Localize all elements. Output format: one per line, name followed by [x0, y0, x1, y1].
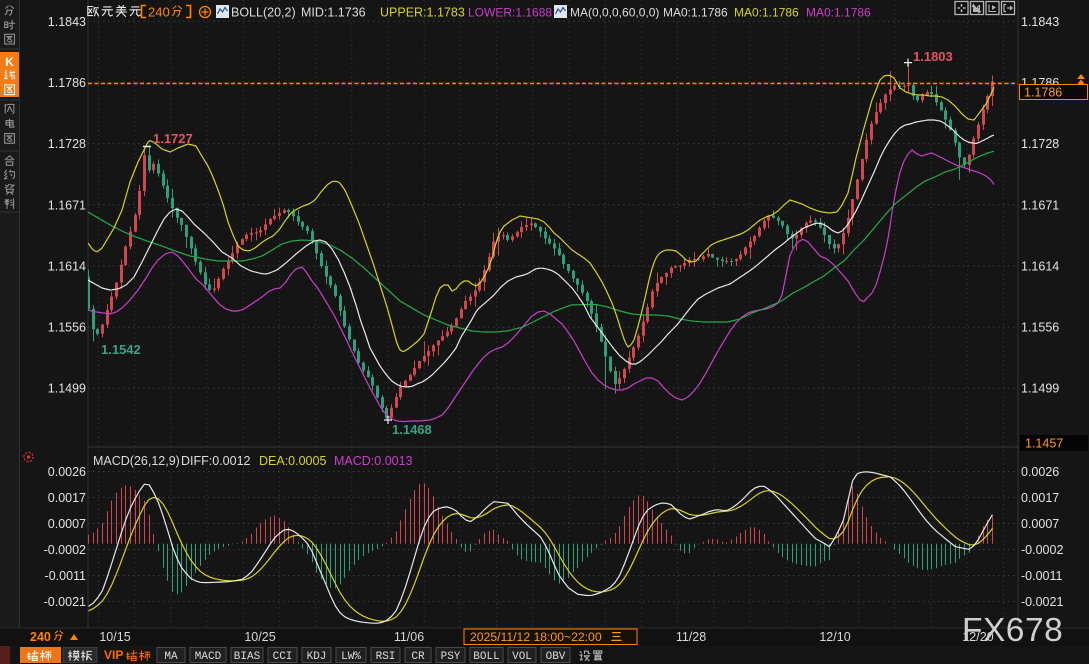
svg-text:MA: MA [164, 651, 178, 663]
svg-text:MID:1.1736: MID:1.1736 [301, 6, 366, 20]
svg-text:BIAS: BIAS [234, 651, 261, 663]
svg-text:0.0026: 0.0026 [1021, 465, 1059, 479]
svg-text:1.1728: 1.1728 [1021, 137, 1059, 151]
svg-text:-0.0021: -0.0021 [44, 595, 86, 609]
svg-text:-0.0011: -0.0011 [45, 569, 87, 583]
svg-text:1.1468: 1.1468 [392, 422, 432, 437]
svg-text:240: 240 [148, 5, 170, 20]
svg-text:1.1786: 1.1786 [1024, 86, 1062, 100]
svg-text:1.1727: 1.1727 [153, 131, 193, 146]
svg-text:1.1671: 1.1671 [48, 198, 86, 212]
svg-text:-0.0002: -0.0002 [44, 543, 86, 557]
svg-text:MA0:1.1786: MA0:1.1786 [734, 6, 799, 20]
svg-text:1.1614: 1.1614 [48, 259, 86, 273]
svg-text:10/15: 10/15 [99, 630, 130, 644]
svg-text:10/25: 10/25 [244, 630, 275, 644]
svg-text:1.1843: 1.1843 [48, 15, 86, 29]
svg-text:CR: CR [411, 651, 425, 663]
svg-text:DIFF:0.0012: DIFF:0.0012 [181, 454, 251, 468]
svg-text:0.0026: 0.0026 [48, 465, 86, 479]
svg-text:0.0017: 0.0017 [48, 491, 86, 505]
svg-text:0.0007: 0.0007 [48, 517, 86, 531]
svg-text:0.0017: 0.0017 [1021, 491, 1059, 505]
svg-text:11/06: 11/06 [394, 630, 424, 644]
svg-text:RSI: RSI [376, 651, 396, 663]
svg-text:CCI: CCI [273, 651, 293, 663]
svg-text:MA(0,0,0,60,0,0): MA(0,0,0,60,0,0) [570, 6, 659, 20]
svg-text:1.1671: 1.1671 [1021, 198, 1059, 212]
svg-text:KDJ: KDJ [307, 651, 327, 663]
svg-text:1.1803: 1.1803 [913, 49, 953, 64]
svg-text:LW%: LW% [341, 651, 361, 663]
svg-text:1.1786: 1.1786 [48, 76, 86, 90]
svg-text:MACD(26,12,9): MACD(26,12,9) [93, 454, 180, 468]
svg-text:FX678: FX678 [962, 612, 1063, 649]
svg-text:-0.0021: -0.0021 [1021, 595, 1063, 609]
svg-text:-0.0002: -0.0002 [1021, 543, 1063, 557]
svg-text:12/10: 12/10 [819, 630, 850, 644]
svg-text:VOL: VOL [512, 651, 532, 663]
svg-text:2025/11/12 18:00~22:00: 2025/11/12 18:00~22:00 [470, 630, 602, 644]
svg-text:MA0:1.1786: MA0:1.1786 [663, 6, 728, 20]
svg-text:DEA:0.0005: DEA:0.0005 [259, 454, 326, 468]
svg-text:0.0007: 0.0007 [1021, 517, 1059, 531]
svg-text:UPPER:1.1783: UPPER:1.1783 [380, 6, 465, 20]
svg-text:PSY: PSY [441, 651, 461, 663]
svg-text:-0.0011: -0.0011 [1021, 569, 1063, 583]
svg-text:11/28: 11/28 [676, 630, 706, 644]
svg-text:BOLL: BOLL [473, 651, 499, 663]
svg-text:1.1556: 1.1556 [1021, 321, 1059, 335]
svg-text:1.1728: 1.1728 [48, 137, 86, 151]
svg-text:1.1457: 1.1457 [1025, 437, 1063, 451]
svg-text:MA0:1.1786: MA0:1.1786 [806, 6, 871, 20]
svg-text:240: 240 [30, 630, 51, 644]
svg-text:BOLL(20,2): BOLL(20,2) [231, 6, 296, 20]
svg-text:1.1499: 1.1499 [48, 382, 86, 396]
svg-text:OBV: OBV [546, 651, 566, 663]
svg-text:1.1542: 1.1542 [101, 342, 141, 357]
svg-text:K: K [5, 55, 14, 69]
svg-text:LOWER:1.1688: LOWER:1.1688 [468, 6, 552, 20]
svg-text:1.1499: 1.1499 [1021, 382, 1059, 396]
svg-text:1.1843: 1.1843 [1021, 15, 1059, 29]
svg-text:VIP: VIP [104, 648, 123, 662]
svg-text:1.1614: 1.1614 [1021, 259, 1059, 273]
svg-text:MACD:0.0013: MACD:0.0013 [334, 454, 413, 468]
svg-text:MACD: MACD [195, 651, 222, 663]
svg-text:1.1556: 1.1556 [48, 321, 86, 335]
